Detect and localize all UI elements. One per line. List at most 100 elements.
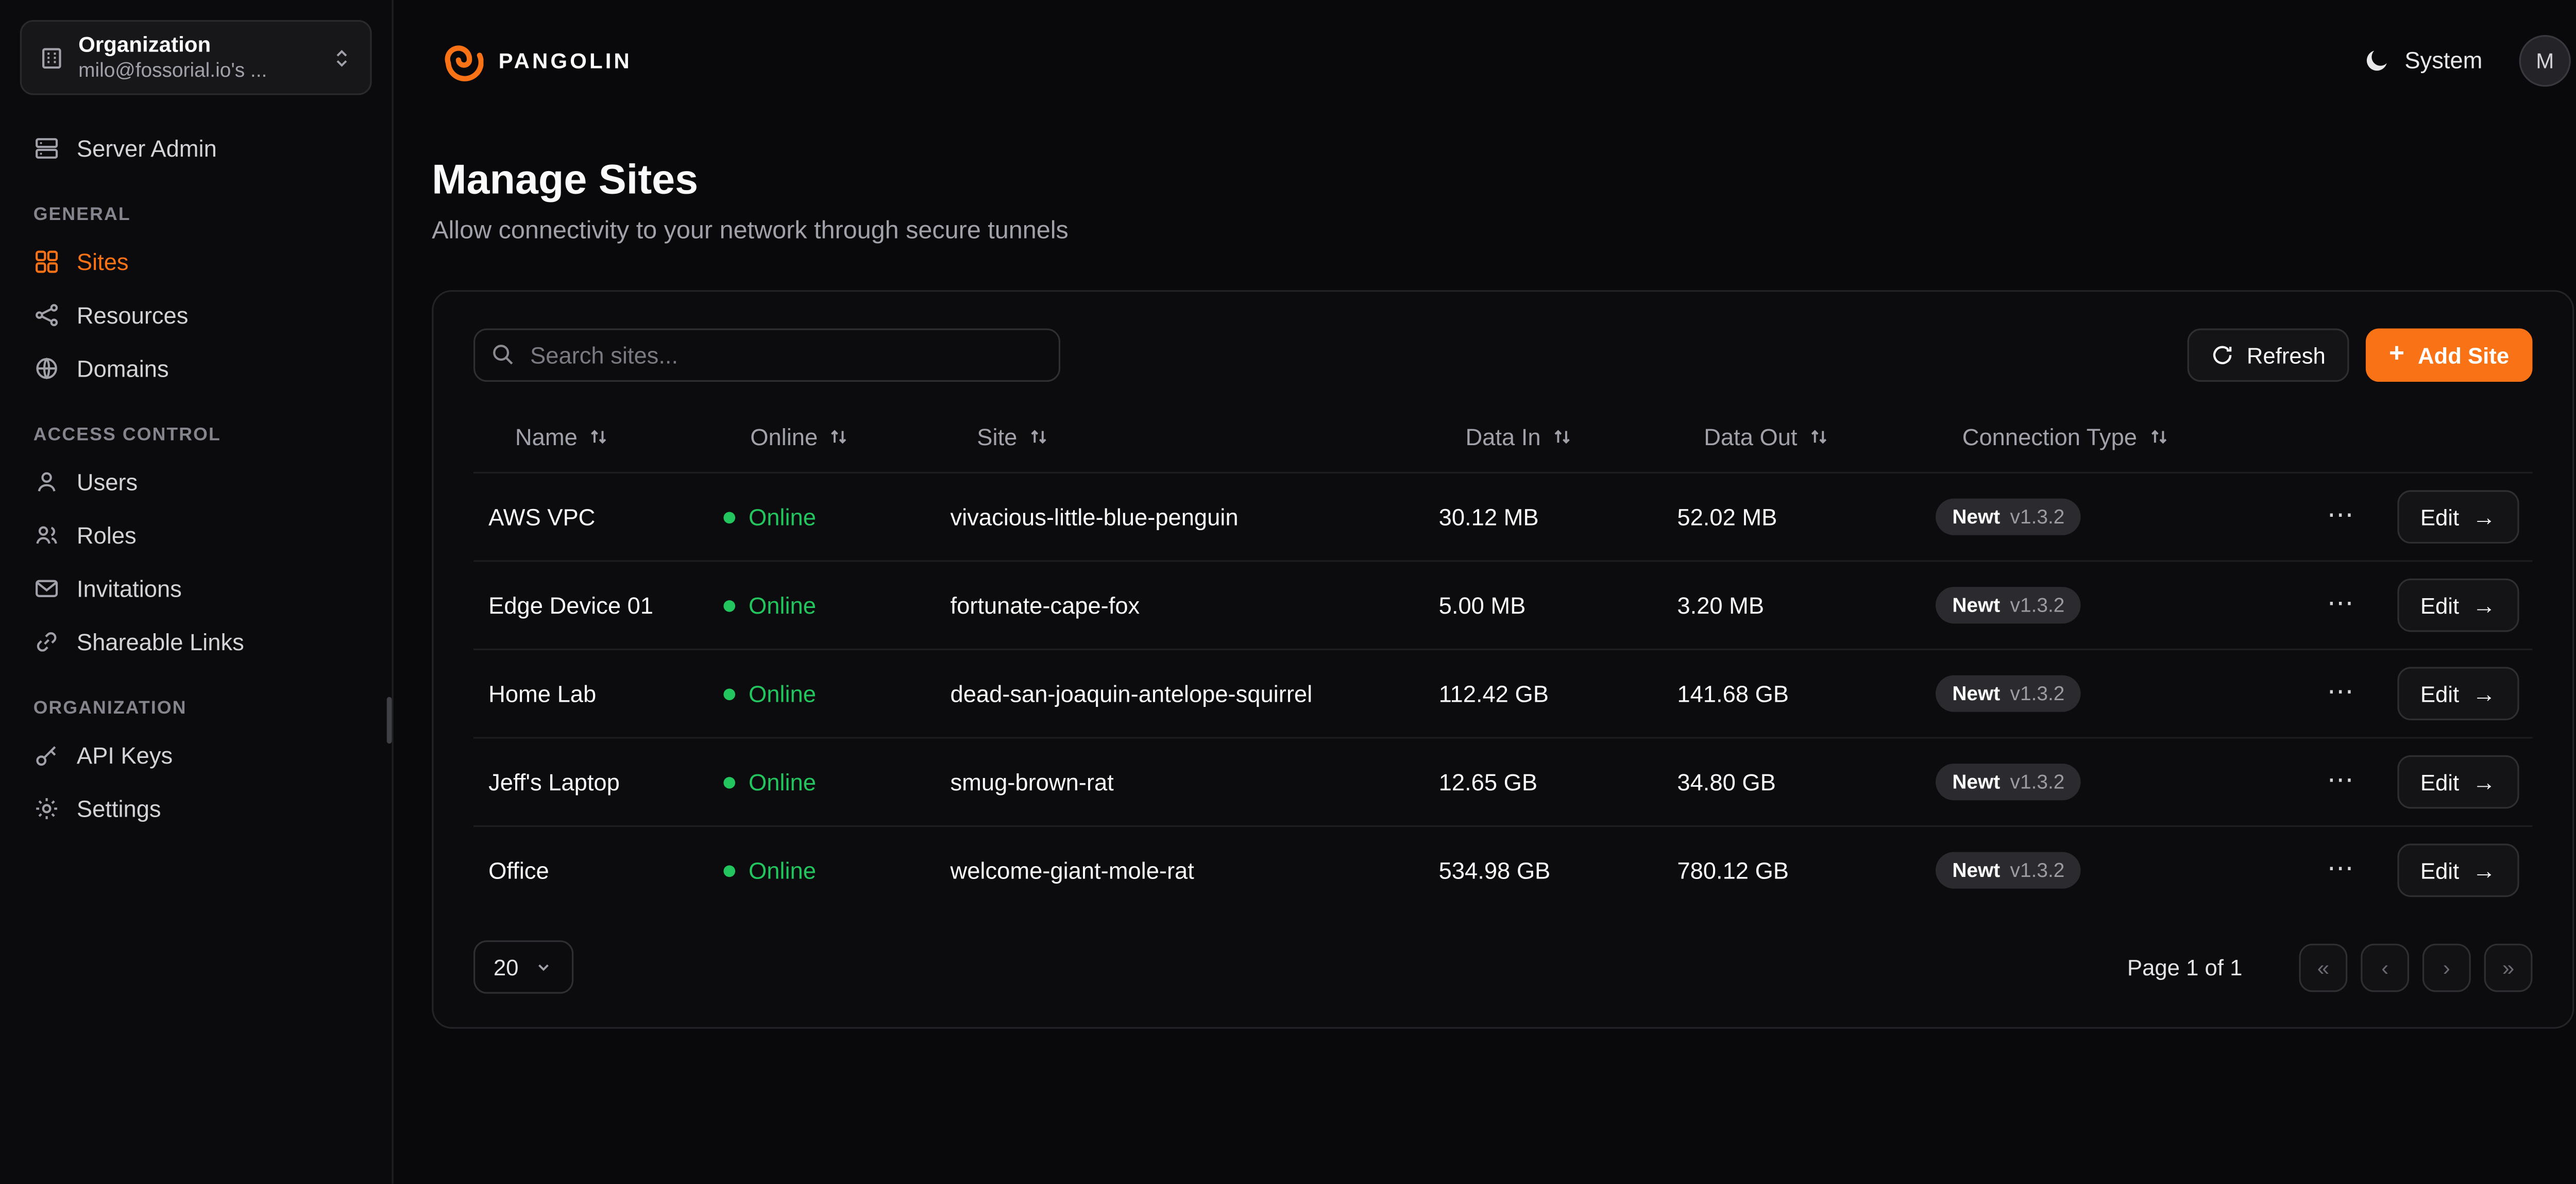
cell-data-out: 780.12 GB	[1677, 857, 1936, 884]
connection-version: v1.3.2	[2010, 505, 2065, 529]
sort-icon	[1552, 427, 1572, 447]
column-header-connection-type[interactable]: Connection Type	[1936, 424, 2302, 450]
cell-status: Online	[723, 680, 950, 707]
edit-button[interactable]: Edit→	[2397, 490, 2519, 544]
sidebar-item-resources[interactable]: Resources	[20, 289, 372, 342]
connection-name: Newt	[1952, 859, 2000, 882]
edit-button[interactable]: Edit→	[2397, 755, 2519, 809]
connection-type-badge: Newtv1.3.2	[1936, 764, 2081, 800]
refresh-button[interactable]: Refresh	[2187, 328, 2349, 382]
sidebar: Organization milo@fossorial.io's ... Ser…	[0, 0, 394, 1184]
sidebar-item-invitations[interactable]: Invitations	[20, 562, 372, 616]
table-footer: 20 Page 1 of 1 « ‹ › »	[473, 940, 2532, 994]
theme-toggle-button[interactable]: System	[2365, 47, 2483, 74]
cell-name: Edge Device 01	[488, 592, 723, 619]
row-menu-button[interactable]: ⋯	[2320, 850, 2361, 890]
cell-site: fortunate-cape-fox	[951, 592, 1439, 619]
column-header-data-in[interactable]: Data In	[1439, 424, 1677, 450]
connection-type-badge: Newtv1.3.2	[1936, 675, 2081, 712]
cell-data-in: 30.12 MB	[1439, 503, 1677, 530]
connection-type-badge: Newt v1.3.2	[1936, 499, 2081, 535]
column-label: Online	[750, 424, 818, 450]
first-page-button[interactable]: «	[2299, 943, 2347, 991]
edit-button[interactable]: Edit→	[2397, 667, 2519, 720]
cell-data-out: 34.80 GB	[1677, 769, 1936, 796]
table-row: Office Online welcome-giant-mole-rat 534…	[473, 825, 2532, 914]
cell-site: welcome-giant-mole-rat	[951, 857, 1439, 884]
column-header-online[interactable]: Online	[723, 424, 950, 450]
sidebar-item-domains[interactable]: Domains	[20, 342, 372, 395]
connection-type-badge: Newt v1.3.2	[1936, 852, 2081, 889]
cell-data-in: 534.98 GB	[1439, 857, 1677, 884]
cell-status: Online	[723, 592, 950, 619]
connection-name: Newt	[1952, 594, 2000, 617]
org-title: Organization	[78, 31, 317, 58]
add-site-button[interactable]: + Add Site	[2366, 328, 2533, 382]
chevron-down-icon	[534, 957, 554, 977]
sidebar-item-sites[interactable]: Sites	[20, 235, 372, 289]
sidebar-scrollbar-thumb[interactable]	[387, 697, 392, 744]
cell-site: vivacious-little-blue-penguin	[951, 503, 1439, 530]
table-row: Home Lab Online dead-san-joaquin-antelop…	[473, 649, 2532, 737]
table-row: Jeff's Laptop Online smug-brown-rat 12.6…	[473, 737, 2532, 825]
cell-data-out: 141.68 GB	[1677, 680, 1936, 707]
avatar[interactable]: M	[2519, 34, 2571, 86]
online-dot	[723, 865, 735, 876]
topbar: PANGOLIN System M	[394, 0, 2576, 120]
column-header-site[interactable]: Site	[951, 424, 1439, 450]
prev-page-button[interactable]: ‹	[2361, 943, 2409, 991]
last-page-button[interactable]: »	[2484, 943, 2533, 991]
connection-version: v1.3.2	[2010, 859, 2065, 882]
row-menu-button[interactable]: ⋯	[2320, 762, 2361, 802]
main-area: PANGOLIN System M Manage Sites Allow con…	[394, 0, 2576, 1184]
user-icon	[33, 468, 60, 495]
connection-name: Newt	[1952, 770, 2000, 793]
avatar-initial: M	[2536, 47, 2554, 73]
sites-card: Refresh + Add Site Name	[432, 290, 2574, 1029]
cell-data-out: 3.20 MB	[1677, 592, 1936, 619]
refresh-label: Refresh	[2247, 343, 2326, 368]
pagination: Page 1 of 1 « ‹ › »	[2127, 943, 2533, 991]
sidebar-item-settings[interactable]: Settings	[20, 782, 372, 836]
cell-name: Office	[488, 857, 723, 884]
column-label: Data Out	[1704, 424, 1797, 450]
column-header-data-out[interactable]: Data Out	[1677, 424, 1936, 450]
row-menu-button[interactable]: ⋯	[2320, 673, 2361, 714]
row-menu-button[interactable]: ⋯	[2320, 585, 2361, 625]
globe-icon	[33, 355, 60, 382]
page-content: Manage Sites Allow connectivity to your …	[394, 120, 2576, 1029]
sidebar-item-roles[interactable]: Roles	[20, 509, 372, 562]
cell-name: Home Lab	[488, 680, 723, 707]
org-selector[interactable]: Organization milo@fossorial.io's ...	[20, 20, 372, 95]
server-icon	[33, 135, 60, 162]
search-input[interactable]	[473, 328, 1060, 382]
edit-button[interactable]: Edit→	[2397, 579, 2519, 632]
sidebar-item-api-keys[interactable]: API Keys	[20, 729, 372, 782]
connection-name: Newt	[1952, 505, 2000, 529]
section-heading-general: GENERAL	[33, 205, 359, 225]
cell-name: Jeff's Laptop	[488, 769, 723, 796]
column-label: Name	[515, 424, 578, 450]
row-menu-button[interactable]: ⋯	[2320, 497, 2361, 537]
moon-icon	[2365, 47, 2392, 74]
cell-status: Online	[723, 769, 950, 796]
page-size-select[interactable]: 20	[473, 940, 573, 994]
sidebar-item-shareable-links[interactable]: Shareable Links	[20, 615, 372, 669]
status-label: Online	[749, 680, 816, 707]
connection-name: Newt	[1952, 682, 2000, 705]
theme-label: System	[2404, 47, 2482, 74]
sidebar-item-label: Shareable Links	[77, 629, 244, 655]
edit-button[interactable]: Edit→	[2397, 843, 2519, 897]
next-page-button[interactable]: ›	[2422, 943, 2471, 991]
sidebar-item-server-admin[interactable]: Server Admin	[20, 122, 372, 175]
sidebar-item-label: Users	[77, 468, 138, 495]
sidebar-item-label: Resources	[77, 302, 189, 329]
status-label: Online	[749, 592, 816, 619]
sidebar-item-users[interactable]: Users	[20, 455, 372, 509]
column-header-name[interactable]: Name	[488, 424, 723, 450]
column-label: Connection Type	[1962, 424, 2137, 450]
brand: PANGOLIN	[433, 35, 632, 85]
section-heading-access-control: ACCESS CONTROL	[33, 425, 359, 445]
status-label: Online	[749, 769, 816, 796]
connection-version: v1.3.2	[2010, 594, 2065, 617]
